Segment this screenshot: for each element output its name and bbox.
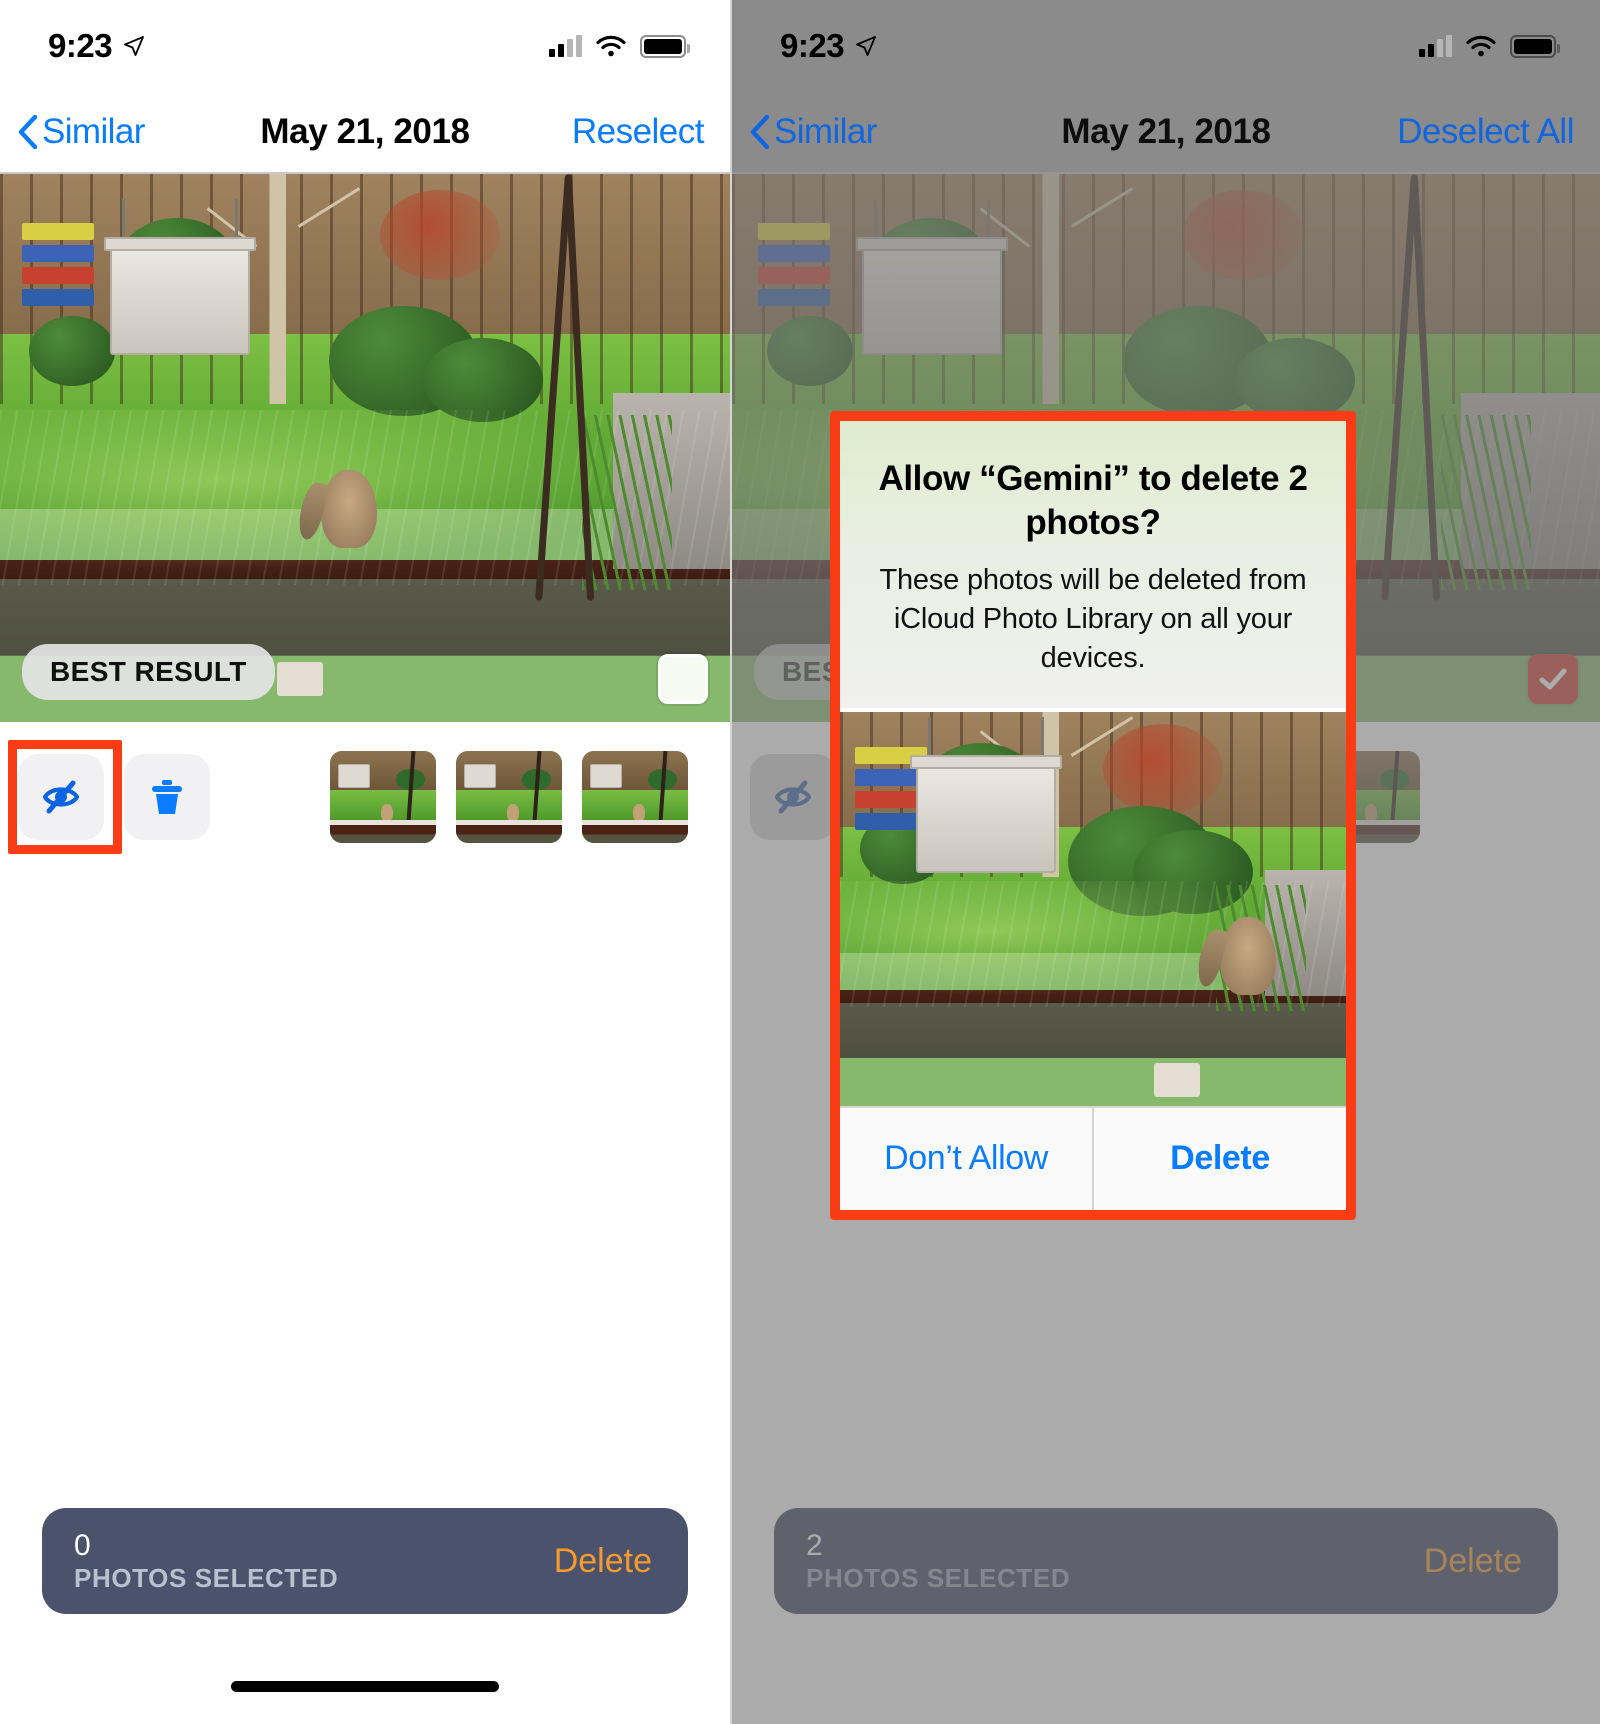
hide-photo-button[interactable] bbox=[750, 754, 836, 840]
dont-allow-button[interactable]: Don’t Allow bbox=[840, 1108, 1092, 1210]
page-title: May 21, 2018 bbox=[260, 112, 470, 151]
alert-header: Allow “Gemini” to delete 2 photos? These… bbox=[840, 421, 1346, 708]
photo-toolbar bbox=[0, 722, 730, 872]
wifi-icon bbox=[596, 35, 626, 57]
alert-photo-preview bbox=[840, 707, 1346, 1106]
eye-slash-icon bbox=[42, 780, 80, 814]
right-phone-screen: 9:23 Similar May 21, 2018 Deselect All B… bbox=[730, 0, 1600, 1724]
status-bar-right bbox=[1419, 34, 1560, 58]
photo-image bbox=[840, 711, 1346, 1106]
status-bar-left: 9:23 bbox=[780, 27, 878, 65]
deselect-all-button[interactable]: Deselect All bbox=[1397, 112, 1574, 152]
permission-alert-dialog: Allow “Gemini” to delete 2 photos? These… bbox=[840, 421, 1346, 1210]
selected-caption: PHOTOS SELECTED bbox=[806, 1563, 1071, 1593]
status-time: 9:23 bbox=[48, 27, 113, 64]
status-bar-left: 9:23 bbox=[48, 27, 146, 65]
photo-select-checkbox[interactable] bbox=[658, 654, 708, 704]
back-button-label: Similar bbox=[774, 112, 877, 151]
selected-count: 2 bbox=[806, 1529, 823, 1562]
permission-alert-highlight: Allow “Gemini” to delete 2 photos? These… bbox=[830, 411, 1356, 1220]
trash-icon bbox=[152, 780, 182, 814]
status-time: 9:23 bbox=[780, 27, 845, 64]
eye-slash-icon bbox=[774, 780, 812, 814]
page-title: May 21, 2018 bbox=[1061, 112, 1271, 151]
nav-bar: Similar May 21, 2018 Reselect bbox=[0, 92, 730, 172]
checkmark-icon bbox=[1539, 668, 1567, 690]
back-button-similar[interactable]: Similar bbox=[750, 112, 877, 152]
delete-selected-button[interactable]: Delete bbox=[1424, 1542, 1522, 1581]
back-button-similar[interactable]: Similar bbox=[18, 112, 145, 152]
battery-full-icon bbox=[1510, 34, 1560, 58]
thumbnail-item[interactable] bbox=[582, 751, 688, 843]
back-button-label: Similar bbox=[42, 112, 145, 151]
selection-summary-bar: 2 PHOTOS SELECTED Delete bbox=[774, 1508, 1558, 1614]
battery-full-icon bbox=[640, 34, 690, 58]
left-phone-screen: 9:23 Similar May 21, 2018 Reselect BEST … bbox=[0, 0, 730, 1724]
delete-confirm-button[interactable]: Delete bbox=[1094, 1108, 1346, 1210]
location-arrow-icon bbox=[856, 36, 876, 56]
delete-selected-button[interactable]: Delete bbox=[554, 1542, 652, 1581]
reselect-button[interactable]: Reselect bbox=[572, 112, 705, 152]
location-arrow-icon bbox=[124, 36, 144, 56]
best-result-badge: BEST RESULT bbox=[22, 644, 275, 700]
signal-bars-icon bbox=[549, 35, 582, 57]
home-indicator bbox=[231, 1681, 499, 1692]
thumbnail-item[interactable] bbox=[330, 751, 436, 843]
alert-message: These photos will be deleted from iCloud… bbox=[879, 563, 1307, 674]
thumbnail-item[interactable] bbox=[456, 751, 562, 843]
selection-summary-text: 0 PHOTOS SELECTED bbox=[74, 1529, 339, 1593]
selected-caption: PHOTOS SELECTED bbox=[74, 1563, 339, 1593]
selection-summary-bar: 0 PHOTOS SELECTED Delete bbox=[42, 1508, 688, 1614]
status-bar: 9:23 bbox=[732, 0, 1600, 92]
photo-image bbox=[0, 174, 730, 722]
alert-action-row: Don’t Allow Delete bbox=[840, 1105, 1346, 1210]
status-bar: 9:23 bbox=[0, 0, 730, 92]
photo-select-checkbox[interactable] bbox=[1528, 654, 1578, 704]
nav-bar: Similar May 21, 2018 Deselect All bbox=[732, 92, 1600, 172]
screenshot-root: 9:23 Similar May 21, 2018 Reselect BEST … bbox=[0, 0, 1600, 1724]
wifi-icon bbox=[1466, 35, 1496, 57]
main-photo[interactable]: BEST RESULT bbox=[0, 174, 730, 722]
alert-title: Allow “Gemini” to delete 2 photos? bbox=[878, 459, 1308, 542]
signal-bars-icon bbox=[1419, 35, 1452, 57]
hide-photo-button[interactable] bbox=[18, 754, 104, 840]
delete-photo-button[interactable] bbox=[124, 754, 210, 840]
selected-count: 0 bbox=[74, 1529, 91, 1562]
selection-summary-text: 2 PHOTOS SELECTED bbox=[806, 1529, 1071, 1593]
chevron-left-icon bbox=[18, 115, 38, 149]
chevron-left-icon bbox=[750, 115, 770, 149]
thumbnail-strip[interactable] bbox=[330, 751, 688, 843]
status-bar-right bbox=[549, 34, 690, 58]
